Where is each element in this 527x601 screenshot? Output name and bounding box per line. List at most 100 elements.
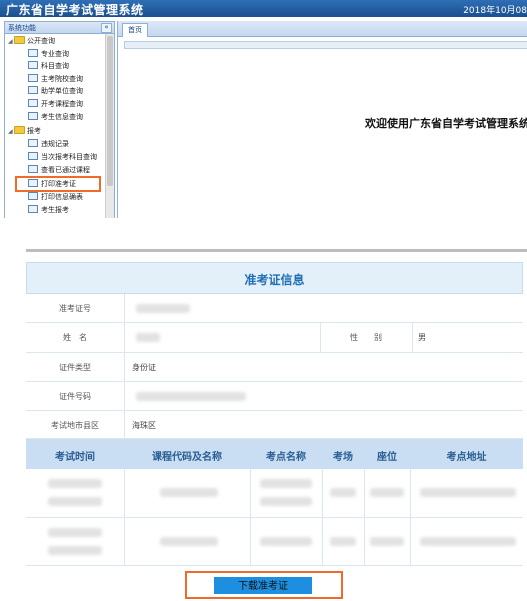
- redacted-value: [48, 528, 102, 537]
- cell-divider: [124, 382, 125, 411]
- exam-area-label: 考试地市县区: [51, 421, 99, 430]
- cell-divider: [412, 323, 413, 353]
- cell-divider: [364, 518, 365, 566]
- exam-table-header: 考试时间 课程代码及名称 考点名称 考场 座位 考点地址: [26, 439, 523, 469]
- tree-group-label: 报考: [27, 127, 41, 135]
- tab-home[interactable]: 首页: [122, 23, 148, 37]
- tree-item-label: 当次报考科目查询: [41, 153, 97, 161]
- admission-ticket-panel: 准考证信息 准考证号 姓 名 性 别 男 证件类型 身份证 证件号码 考试地市县…: [26, 262, 523, 601]
- tree-item-print-confirm[interactable]: 打印信息确表: [28, 192, 83, 202]
- id-type-label: 证件类型: [59, 363, 91, 372]
- table-row: [26, 518, 523, 566]
- redacted-value: [260, 497, 312, 506]
- tree-item-violation-record[interactable]: 违规记录: [28, 139, 69, 149]
- redacted-value: [330, 537, 356, 546]
- tree-item-current-subject-query[interactable]: 当次报考科目查询: [28, 152, 97, 162]
- row-id-type: 证件类型 身份证: [26, 353, 523, 382]
- col-exam-time: 考试时间: [55, 452, 95, 463]
- id-type-value: 身份证: [132, 363, 156, 372]
- cell-divider: [124, 411, 125, 439]
- redacted-value: [48, 497, 102, 506]
- content-toolbar: [124, 41, 527, 49]
- tree-item-student-query[interactable]: 考生信息查询: [28, 112, 83, 122]
- cell-divider: [250, 469, 251, 518]
- tree-item-label: 专业查询: [41, 50, 69, 58]
- col-site-address: 考点地址: [446, 452, 487, 463]
- page-icon: [28, 165, 38, 173]
- tree-item-label: 助学单位查询: [41, 87, 83, 95]
- redacted-value: [48, 479, 102, 488]
- tree-item-major-query[interactable]: 专业查询: [28, 49, 69, 59]
- tree-item-student-register[interactable]: 考生报考: [28, 205, 69, 215]
- redacted-value: [260, 537, 312, 546]
- row-name-gender: 姓 名 性 别 男: [26, 323, 523, 353]
- col-site-name: 考点名称: [266, 452, 306, 463]
- tree-item-label: 主考院校查询: [41, 75, 83, 83]
- welcome-message: 欢迎使用广东省自学考试管理系统: [365, 117, 527, 130]
- tree-item-label: 开考课程查询: [41, 100, 83, 108]
- row-ticket-number: 准考证号: [26, 294, 523, 323]
- scrollbar-thumb[interactable]: [107, 36, 113, 186]
- redacted-value: [370, 488, 404, 497]
- app-title: 广东省自学考试管理系统: [6, 3, 144, 17]
- divider: [26, 249, 527, 252]
- tree-item-subject-query[interactable]: 科目查询: [28, 61, 69, 71]
- tree-item-label: 违规记录: [41, 140, 69, 148]
- ticket-number-label: 准考证号: [59, 304, 91, 313]
- tree-group-public-query[interactable]: ◢ 公开查询: [8, 36, 55, 46]
- page-icon: [28, 152, 38, 160]
- redacted-value: [136, 304, 190, 313]
- tree-item-label: 考生信息查询: [41, 113, 83, 121]
- tree-group-registration[interactable]: ◢ 报考: [8, 126, 41, 136]
- cell-divider: [250, 518, 251, 566]
- tree-item-label: 打印信息确表: [41, 193, 83, 201]
- tree-item-label: 科目查询: [41, 62, 69, 70]
- redacted-value: [420, 488, 516, 497]
- redacted-value: [160, 488, 218, 497]
- name-label: 姓 名: [63, 333, 87, 342]
- tree-item-passed-courses[interactable]: 查看已通过课程: [28, 165, 90, 175]
- cell-divider: [124, 353, 125, 382]
- highlight-box-print-ticket: [15, 176, 101, 192]
- redacted-value: [136, 333, 160, 342]
- sidebar-scrollbar[interactable]: [105, 34, 114, 218]
- page-icon: [28, 99, 38, 107]
- tree-item-assist-unit-query[interactable]: 助学单位查询: [28, 86, 83, 96]
- redacted-value: [48, 546, 102, 555]
- folder-icon: [14, 36, 25, 44]
- ticket-title: 准考证信息: [244, 273, 305, 287]
- tree-item-label: 考生报考: [41, 206, 69, 214]
- gender-value: 男: [418, 333, 426, 342]
- cell-divider: [322, 518, 323, 566]
- admin-system-screenshot: 广东省自学考试管理系统 2018年10月08 系统功能 « ◢ 公开查询 专业查询…: [0, 0, 527, 218]
- page-icon: [28, 61, 38, 69]
- tree-item-college-query[interactable]: 主考院校查询: [28, 74, 83, 84]
- cell-divider: [322, 469, 323, 518]
- tree-item-label: 查看已通过课程: [41, 166, 90, 174]
- cell-divider: [124, 518, 125, 566]
- download-ticket-button[interactable]: 下载准考证: [214, 577, 312, 594]
- col-seat: 座位: [377, 452, 397, 463]
- cell-divider: [410, 518, 411, 566]
- main-content: 首页 欢迎使用广东省自学考试管理系统: [117, 21, 527, 218]
- cell-divider: [124, 469, 125, 518]
- col-course: 课程代码及名称: [152, 452, 222, 463]
- tab-strip: 首页: [118, 21, 527, 37]
- tree-item-course-query[interactable]: 开考课程查询: [28, 99, 83, 109]
- page-icon: [28, 192, 38, 200]
- redacted-value: [370, 537, 404, 546]
- tree-group-label: 公开查询: [27, 37, 55, 45]
- page-icon: [28, 74, 38, 82]
- ticket-header: 准考证信息: [26, 262, 523, 294]
- sidebar-title: 系统功能: [8, 24, 36, 32]
- redacted-value: [420, 537, 516, 546]
- collapse-icon[interactable]: «: [101, 23, 112, 33]
- gender-label: 性 别: [350, 333, 382, 342]
- table-row: [26, 469, 523, 518]
- page-icon: [28, 49, 38, 57]
- cell-divider: [124, 323, 125, 353]
- page-icon: [28, 139, 38, 147]
- row-exam-area: 考试地市县区 海珠区: [26, 411, 523, 439]
- redacted-value: [160, 537, 218, 546]
- redacted-value: [136, 392, 246, 401]
